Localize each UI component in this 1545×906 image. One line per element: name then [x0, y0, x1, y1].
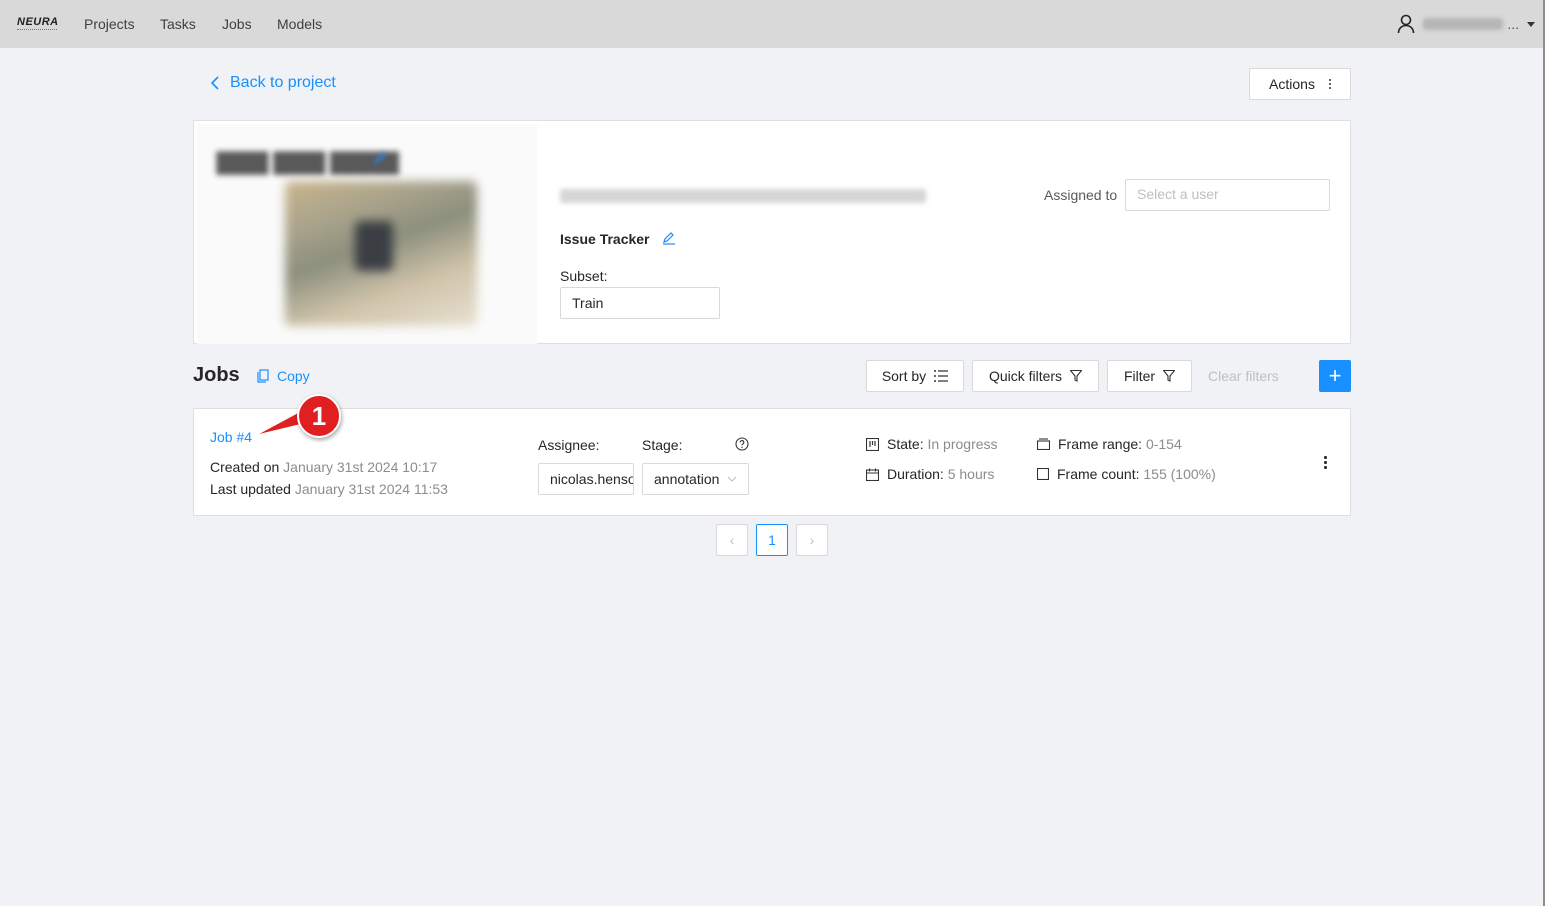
user-name-redacted [1423, 18, 1504, 30]
chevron-left-icon [210, 76, 219, 90]
job-state: State: In progress [866, 436, 998, 452]
help-icon[interactable] [735, 437, 749, 454]
calendar-icon [866, 468, 879, 481]
kebab-icon [1324, 456, 1327, 469]
stage-label: Stage: [642, 437, 683, 453]
filter-icon [1163, 370, 1176, 382]
subset-label: Subset: [560, 268, 608, 284]
issue-tracker-label: Issue Tracker [560, 231, 650, 247]
copy-button[interactable]: Copy [257, 368, 310, 384]
actions-label: Actions [1269, 76, 1315, 92]
pagination-page-1[interactable]: 1 [756, 524, 788, 556]
annotation-badge: 1 [297, 394, 341, 438]
job-link[interactable]: Job #4 [210, 429, 252, 445]
kebab-icon [1328, 79, 1331, 89]
task-name-redacted: ▇▇▇ ▇▇▇ ▇▇▇▇ [217, 149, 399, 174]
chevron-down-icon [727, 476, 737, 482]
job-frame-range: Frame range: 0-154 [1037, 436, 1182, 452]
task-details-card: ▇▇▇ ▇▇▇ ▇▇▇▇ Assigned to Select a user I… [193, 120, 1351, 344]
copy-icon [257, 369, 269, 383]
created-on: Created on January 31st 2024 10:17 [210, 459, 438, 475]
job-frame-count: Frame count: 155 (100%) [1037, 466, 1216, 482]
stage-select[interactable]: annotation [642, 463, 749, 495]
task-preview-image [285, 181, 477, 326]
nav-jobs[interactable]: Jobs [222, 16, 252, 32]
subset-input[interactable]: Train [560, 287, 720, 319]
sort-list-icon [934, 370, 949, 382]
user-icon [1397, 14, 1415, 34]
nav-tasks[interactable]: Tasks [160, 16, 196, 32]
filter-icon [1070, 370, 1083, 382]
clear-filters-button[interactable]: Clear filters [1208, 368, 1279, 384]
user-name-ellipsis: ... [1507, 16, 1519, 32]
nav-projects[interactable]: Projects [84, 16, 135, 32]
pagination-next[interactable]: › [796, 524, 828, 556]
assignee-label: Assignee: [538, 437, 600, 453]
user-menu[interactable]: ... [1397, 12, 1535, 36]
back-to-project-link[interactable]: Back to project [210, 74, 336, 92]
actions-button[interactable]: Actions [1249, 68, 1351, 100]
edit-icon[interactable] [373, 151, 387, 168]
kanban-icon [866, 437, 879, 451]
task-preview: ▇▇▇ ▇▇▇ ▇▇▇▇ [197, 124, 537, 344]
chevron-down-icon [1527, 21, 1535, 27]
edit-icon[interactable] [662, 231, 676, 248]
quick-filters-button[interactable]: Quick filters [972, 360, 1099, 392]
sort-by-button[interactable]: Sort by [866, 360, 964, 392]
task-description-redacted [560, 189, 926, 203]
job-duration: Duration: 5 hours [866, 466, 994, 482]
filter-button[interactable]: Filter [1107, 360, 1192, 392]
jobs-heading: Jobs [193, 364, 240, 386]
top-bar: NEURA Projects Tasks Jobs Models ... [0, 0, 1545, 48]
nav-models[interactable]: Models [277, 16, 322, 32]
frame-count-icon [1037, 468, 1049, 480]
neura-logo[interactable]: NEURA [17, 17, 61, 31]
pagination-prev[interactable]: ‹ [716, 524, 748, 556]
frames-icon [1037, 438, 1050, 450]
last-updated: Last updated January 31st 2024 11:53 [210, 481, 448, 497]
assigned-to-label: Assigned to [1044, 187, 1118, 203]
job-assignee-input[interactable]: nicolas.henson [538, 463, 634, 495]
job-menu-button[interactable] [1324, 456, 1327, 469]
job-card: Job #4 Created on January 31st 2024 10:1… [193, 408, 1351, 516]
assignee-select[interactable]: Select a user [1125, 179, 1330, 211]
copy-label: Copy [277, 368, 310, 384]
back-link-label: Back to project [230, 74, 336, 91]
add-job-button[interactable]: + [1319, 360, 1351, 392]
